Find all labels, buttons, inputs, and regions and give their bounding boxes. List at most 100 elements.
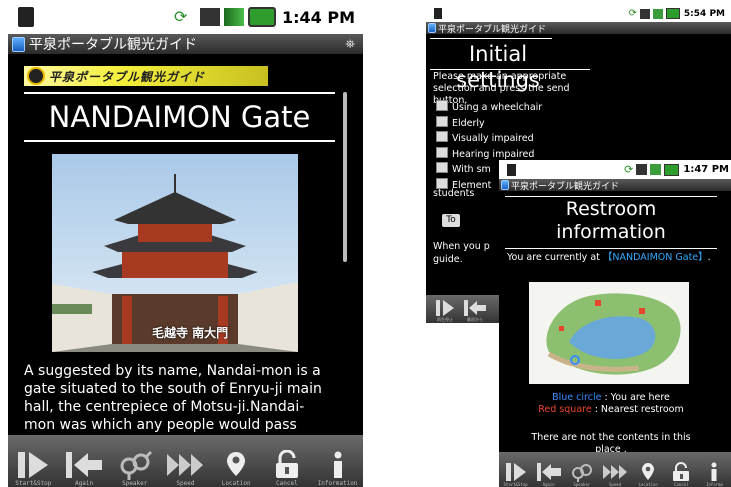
footer-text-1: When you p [433,241,490,252]
option-visually-impaired[interactable]: Visually impaired [436,131,542,147]
toolbar-label: Again [542,482,555,487]
cancel-button[interactable]: Cancel [666,462,696,487]
status-time: 1:47 PM [683,164,729,175]
speaker-button[interactable]: Speaker [113,450,157,487]
current-suffix: . [707,252,711,263]
restroom-map [529,282,689,384]
gate-photo: 毛越寺 南大門 [52,154,298,352]
battery-icon [247,7,276,27]
option-label: Hearing impaired [452,148,535,160]
checkbox[interactable] [436,131,448,142]
app-icon [501,180,509,190]
park-map-illustration [546,293,681,375]
heading-line-2: information [556,221,666,243]
satellite-icon: ⛯ [345,36,355,51]
checkbox[interactable] [436,115,448,127]
status-time: 5:54 PM [683,8,725,19]
again-button[interactable]: Again [534,462,564,487]
fast-forward-icon [167,454,204,476]
status-bar: ⟳ 1:47 PM [499,160,731,179]
heading-line-1: Restroom [565,198,657,220]
info-icon [711,462,717,481]
3g-icon [199,8,220,26]
start-stop-button[interactable]: Start&Stop [11,450,55,487]
playback-stop-button[interactable]: 再生停止 [430,299,460,323]
to-button[interactable]: To [442,214,460,227]
option-label: With sm [452,164,491,175]
play-pause-icon [505,463,526,481]
bottom-toolbar: Start&Stop Again Speaker Speed Location … [8,435,363,487]
toolbar-label: Start&Stop [503,482,528,487]
divider-bottom [24,140,335,142]
start-stop-button[interactable]: Start&Stop [501,462,531,487]
app-title-bar: 平泉ポータブル観光ガイド ⛯ [8,34,363,54]
banner-text: 平泉ポータブル観光ガイド [49,69,206,84]
toolbar-label: Information [317,480,358,487]
fast-forward-icon [602,465,627,479]
device-icon [434,8,442,19]
speaker-gender-icon [571,464,592,482]
current-location-text: You are currently at 【NANDAIMON Gate】. [507,252,721,264]
option-elderly[interactable]: Elderly [436,115,542,132]
checkbox[interactable] [436,162,448,173]
banner-logo-icon [27,67,45,85]
no-contents-line-1: There are not the contents in this [531,432,691,443]
signal-icon [652,8,663,19]
checkbox[interactable] [436,100,448,111]
option-wheelchair[interactable]: Using a wheelchair [436,100,542,116]
main-phone-screen: ⟳ 1:44 PM 平泉ポータブル観光ガイド ⛯ 平泉ポータブル観光ガイド NA… [8,0,363,487]
toolbar-label: Speed [176,480,195,487]
divider-top [505,196,717,197]
current-location-link[interactable]: 【NANDAIMON Gate】 [603,252,708,263]
checkbox[interactable] [436,146,448,158]
legend-blue: Blue circle : You are here [499,392,723,403]
signal-icon [223,8,244,26]
checkbox[interactable] [436,177,448,189]
3g-icon [639,8,650,19]
play-pause-icon [436,300,454,316]
current-prefix: You are currently at [507,252,600,263]
rewind-icon [536,463,561,481]
option-label: Using a wheelchair [452,102,543,113]
status-bar: ⟳ 1:44 PM [8,0,363,34]
app-icon [12,36,25,52]
toolbar-label: Informa [705,482,723,487]
students-text: students [433,188,475,199]
photo-caption: 毛越寺 南大門 [152,326,229,340]
toolbar-label: Cancel [674,482,689,487]
battery-icon [665,8,680,19]
legend-blue-key: Blue circle [552,392,602,403]
speaker-button[interactable]: Speaker [567,462,597,487]
information-button[interactable]: Information [316,450,360,487]
option-label: Elderly [452,117,485,129]
location-button[interactable]: Location [214,450,258,487]
divider-top [430,38,552,39]
app-title: 平泉ポータブル観光ガイド [511,181,620,192]
app-title-bar: 平泉ポータブル観光ガイド [499,179,731,191]
toolbar-label: Speed [608,482,621,487]
scrollbar[interactable] [343,92,347,262]
speed-button[interactable]: Speed [163,450,207,487]
divider-bottom [430,69,590,70]
info-icon [333,451,342,478]
location-button[interactable]: Location [633,462,663,487]
divider-bottom [505,248,717,249]
option-label: Visually impaired [452,133,534,144]
bottom-toolbar: Start&Stop Again Speaker Speed Location … [499,452,731,487]
sync-icon: ⟳ [624,163,634,176]
toolbar-label: Speaker [122,480,148,487]
content-area: 平泉ポータブル観光ガイド NANDAIMON Gate 毛越寺 南大門 A su… [18,56,353,435]
restart-button[interactable]: 最初から [460,299,490,323]
legend-red-desc: : Nearest restroom [591,404,684,415]
page-title: NANDAIMON Gate [48,100,311,134]
device-icon [18,7,34,27]
gate-description: A suggested by its name, Nandai-mon is a… [24,363,322,433]
again-button[interactable]: Again [62,450,106,487]
information-button[interactable]: Informa [699,462,729,487]
speed-button[interactable]: Speed [600,462,630,487]
unlock-icon [275,450,298,478]
speaker-gender-icon [120,450,152,480]
cancel-button[interactable]: Cancel [265,450,309,487]
sync-icon: ⟳ [628,8,637,19]
banner: 平泉ポータブル観光ガイド [24,66,268,86]
